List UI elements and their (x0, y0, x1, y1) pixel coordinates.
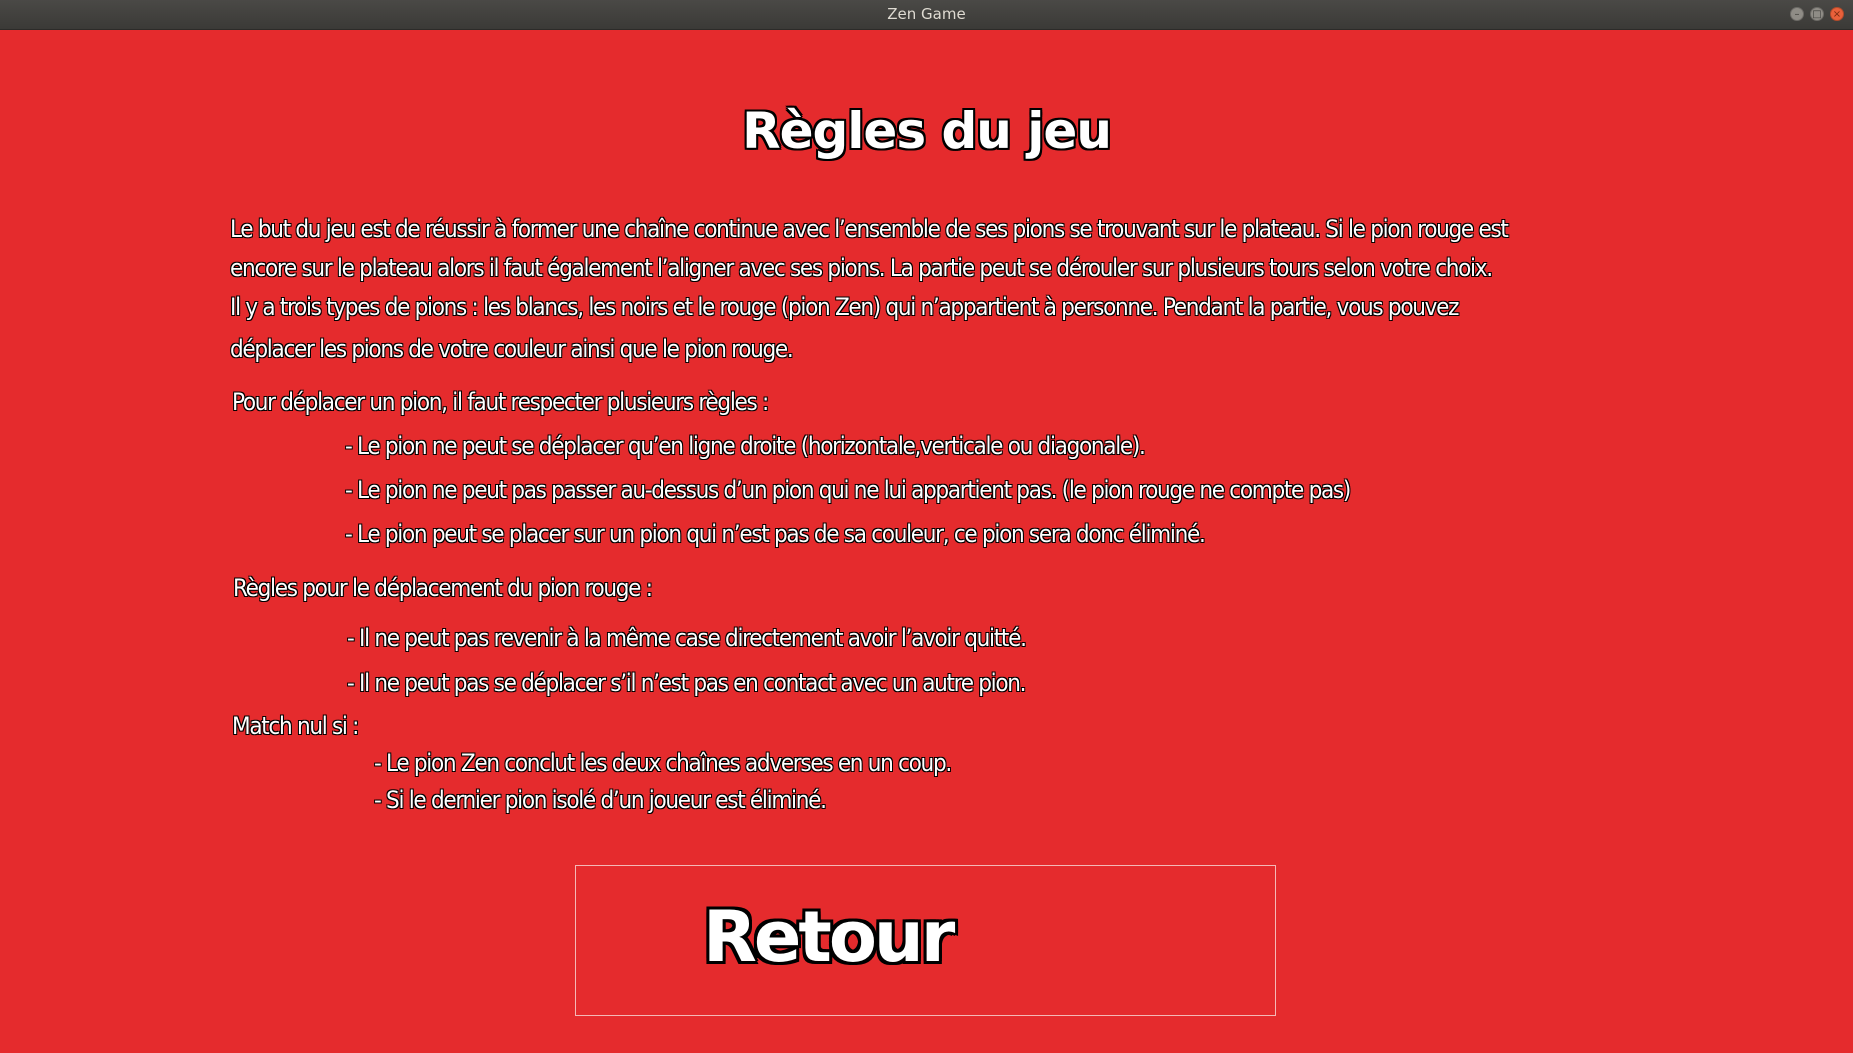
intro-line-1: Le but du jeu est de réussir à former un… (230, 215, 1509, 243)
move-rule-2: - Le pion ne peut pas passer au-dessus d… (345, 476, 1351, 504)
back-button[interactable]: Retour (575, 865, 1276, 1016)
move-rule-1: - Le pion ne peut se déplacer qu’en lign… (345, 432, 1146, 460)
page-title: Règles du jeu (742, 102, 1112, 160)
move-rules-heading: Pour déplacer un pion, il faut respecter… (232, 388, 769, 416)
intro-line-2: encore sur le plateau alors il faut égal… (230, 254, 1493, 282)
maximize-icon[interactable]: □ (1810, 7, 1824, 21)
draw-rule-1: - Le pion Zen conclut les deux chaînes a… (374, 749, 952, 777)
rules-screen: Règles du jeu Le but du jeu est de réuss… (0, 30, 1853, 1053)
minimize-icon[interactable]: – (1790, 7, 1804, 21)
red-pawn-rule-1: - Il ne peut pas revenir à la même case … (347, 624, 1027, 652)
back-button-label: Retour (703, 896, 955, 978)
draw-rule-2: - Si le dernier pion isolé d’un joueur e… (374, 786, 827, 814)
window-titlebar: Zen Game – □ × (0, 0, 1853, 30)
move-rule-3: - Le pion peut se placer sur un pion qui… (345, 520, 1206, 548)
intro-line-4: déplacer les pions de votre couleur ains… (230, 335, 794, 363)
draw-heading: Match nul si : (232, 712, 359, 740)
red-pawn-rule-2: - Il ne peut pas se déplacer s’il n’est … (347, 669, 1027, 697)
intro-line-3: Il y a trois types de pions : les blancs… (230, 293, 1459, 321)
red-pawn-rules-heading: Règles pour le déplacement du pion rouge… (233, 574, 653, 602)
window-title: Zen Game (887, 5, 966, 23)
close-icon[interactable]: × (1830, 7, 1844, 21)
